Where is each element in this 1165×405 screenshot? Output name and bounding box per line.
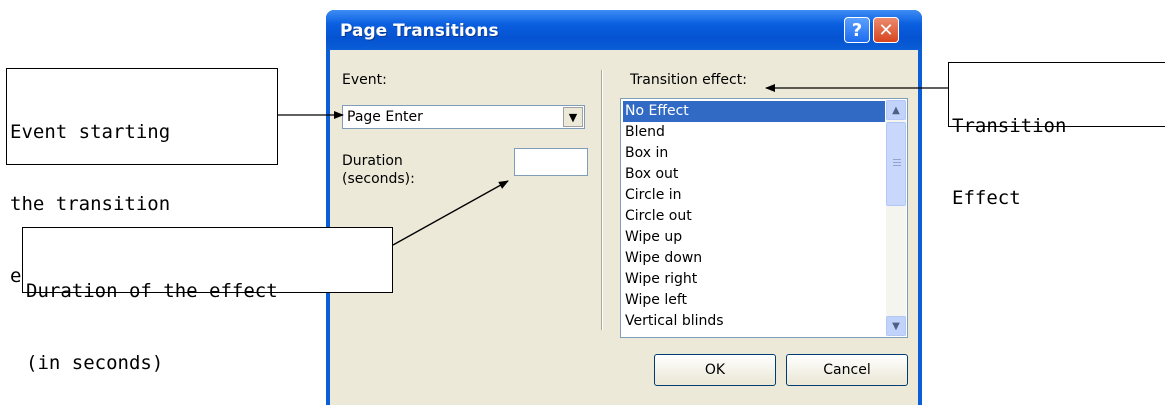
dropdown-arrow-icon[interactable]: ▼ bbox=[563, 107, 583, 127]
event-annotation-line: the transition bbox=[10, 193, 171, 215]
list-item[interactable]: No Effect bbox=[623, 101, 885, 122]
grip-line bbox=[893, 162, 901, 163]
ok-button[interactable]: OK bbox=[654, 354, 776, 386]
list-item[interactable]: Blend bbox=[623, 122, 885, 143]
list-item[interactable]: Vertical blinds bbox=[623, 311, 885, 332]
scroll-up-button[interactable]: ▲ bbox=[886, 100, 906, 120]
scroll-thumb[interactable] bbox=[886, 122, 906, 206]
close-button[interactable]: ✕ bbox=[873, 17, 899, 43]
event-annotation-line: Event starting bbox=[10, 121, 171, 143]
list-item[interactable]: Box out bbox=[623, 164, 885, 185]
grip-line bbox=[893, 165, 901, 166]
transition-annotation: Transition Effect bbox=[948, 62, 1165, 209]
list-item[interactable]: Wipe left bbox=[623, 290, 885, 311]
event-annotation: Event starting the transition effect bbox=[6, 68, 278, 287]
transition-annotation-line: Transition bbox=[952, 115, 1067, 137]
help-icon: ? bbox=[851, 19, 863, 41]
chevron-up-icon: ▲ bbox=[892, 104, 900, 116]
help-button[interactable]: ? bbox=[844, 17, 870, 43]
dialog-title: Page Transitions bbox=[340, 21, 499, 41]
duration-input[interactable] bbox=[514, 148, 588, 176]
list-item[interactable]: Circle out bbox=[623, 206, 885, 227]
cancel-button-label: Cancel bbox=[823, 362, 871, 378]
list-item[interactable]: Wipe right bbox=[623, 269, 885, 290]
title-bar[interactable]: Page Transitions ? ✕ bbox=[326, 10, 922, 50]
dialog-body: Event: Page Enter ▼ Duration (seconds): … bbox=[330, 50, 918, 405]
list-item[interactable]: Circle in bbox=[623, 185, 885, 206]
close-icon: ✕ bbox=[878, 19, 894, 41]
scroll-down-button[interactable]: ▼ bbox=[886, 316, 906, 336]
page-transitions-dialog: Page Transitions ? ✕ Event: Page Enter ▼… bbox=[326, 10, 922, 405]
list-item[interactable]: Wipe up bbox=[623, 227, 885, 248]
duration-annotation: Duration of the effect (in seconds) bbox=[22, 227, 393, 374]
duration-annotation-line: Duration of the effect bbox=[26, 280, 278, 302]
cancel-button[interactable]: Cancel bbox=[786, 354, 908, 386]
event-label: Event: bbox=[342, 72, 387, 88]
list-scrollbar[interactable]: ▲ ▼ bbox=[886, 100, 906, 336]
duration-label-line1: Duration bbox=[342, 153, 403, 169]
list-item[interactable]: Box in bbox=[623, 143, 885, 164]
chevron-down-icon: ▼ bbox=[892, 320, 900, 332]
effect-items: No Effect Blend Box in Box out Circle in Circ… bbox=[623, 101, 885, 332]
transition-effect-label: Transition effect: bbox=[630, 72, 747, 88]
duration-annotation-line: (in seconds) bbox=[26, 352, 164, 374]
column-divider bbox=[601, 70, 602, 330]
list-item[interactable]: Wipe down bbox=[623, 248, 885, 269]
transition-effect-list[interactable]: No Effect Blend Box in Box out Circle in Circ… bbox=[620, 98, 908, 338]
duration-label-line2: (seconds): bbox=[342, 171, 415, 187]
chevron-down-icon: ▼ bbox=[568, 110, 578, 124]
grip-line bbox=[893, 159, 901, 160]
event-dropdown-value: Page Enter bbox=[347, 109, 423, 125]
event-dropdown[interactable]: Page Enter ▼ bbox=[342, 105, 585, 129]
transition-annotation-line: Effect bbox=[952, 187, 1021, 209]
ok-button-label: OK bbox=[704, 362, 726, 378]
